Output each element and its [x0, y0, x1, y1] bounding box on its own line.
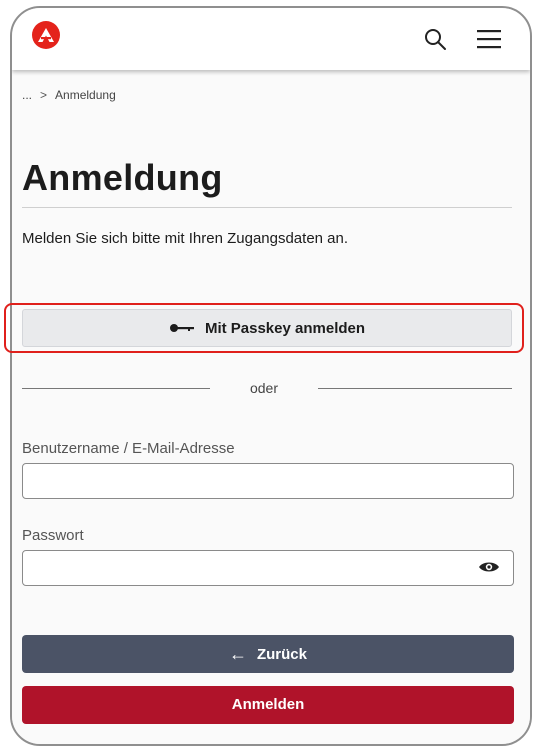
back-button-label: Zurück [256, 645, 307, 663]
login-button[interactable]: Anmelden [22, 686, 514, 724]
title-divider [22, 207, 512, 208]
username-label: Benutzername / E-Mail-Adresse [22, 440, 235, 457]
passkey-login-button[interactable]: Mit Passkey anmelden [22, 309, 512, 347]
show-password-icon[interactable] [478, 560, 500, 574]
divider-line-right [318, 388, 512, 389]
logo-mark-icon [38, 28, 54, 42]
breadcrumb-ellipsis[interactable]: ... [22, 88, 32, 102]
page-subtitle: Melden Sie sich bitte mit Ihren Zugangsd… [22, 230, 349, 247]
breadcrumb: ... > Anmeldung [22, 88, 116, 102]
page-title: Anmeldung [22, 157, 223, 198]
passkey-login-label: Mit Passkey anmelden [204, 319, 366, 337]
login-button-label: Anmelden [231, 696, 305, 713]
divider-line-left [22, 388, 210, 389]
search-icon[interactable] [422, 26, 448, 52]
username-input[interactable] [22, 463, 514, 499]
divider-text: oder [249, 380, 279, 396]
arrow-left-icon: ← [228, 643, 247, 664]
agency-logo-icon[interactable] [32, 21, 60, 49]
breadcrumb-separator: > [40, 88, 48, 102]
hamburger-menu-icon[interactable] [476, 28, 502, 50]
back-button[interactable]: ← Zurück [22, 635, 514, 673]
breadcrumb-current: Anmeldung [55, 88, 116, 102]
key-icon [169, 324, 194, 332]
password-input[interactable] [22, 550, 514, 586]
password-label: Passwort [22, 527, 84, 544]
app-header [12, 8, 530, 70]
